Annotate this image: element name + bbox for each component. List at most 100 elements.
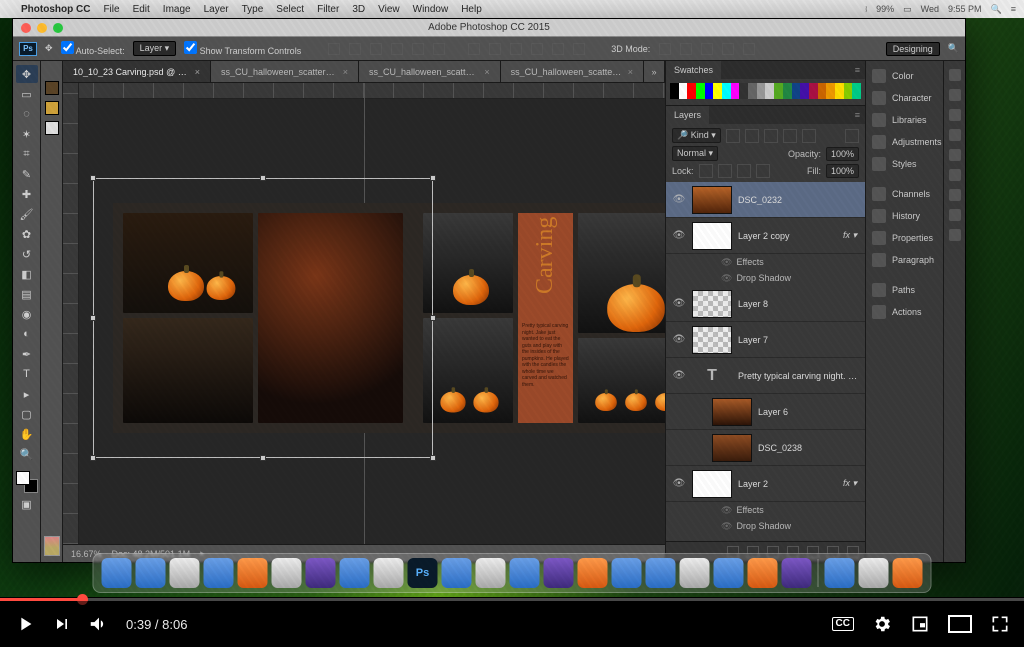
tab-overflow-button[interactable]: » bbox=[644, 61, 665, 82]
layers-tab[interactable]: Layers bbox=[666, 106, 709, 124]
align-icon[interactable] bbox=[370, 43, 382, 55]
auto-select-dropdown[interactable]: Layer ▾ bbox=[133, 41, 177, 56]
dock-app[interactable] bbox=[374, 558, 404, 588]
rail-icon[interactable] bbox=[949, 209, 961, 221]
type-tool[interactable]: T bbox=[16, 365, 38, 383]
close-tab-icon[interactable]: × bbox=[628, 67, 633, 77]
link-layers-icon[interactable] bbox=[727, 546, 739, 558]
photo[interactable] bbox=[123, 213, 253, 313]
swatch-cell[interactable] bbox=[783, 91, 792, 99]
mode3d-icon[interactable] bbox=[743, 43, 755, 55]
document-tab[interactable]: ss_CU_halloween_scatters_confetti_sm.png… bbox=[359, 61, 501, 82]
dock-app[interactable] bbox=[476, 558, 506, 588]
swatch-cell[interactable] bbox=[687, 91, 696, 99]
settings-button[interactable] bbox=[872, 614, 892, 634]
rail-panel-actions[interactable]: Actions bbox=[866, 301, 943, 323]
rail-panel-channels[interactable]: Channels bbox=[866, 183, 943, 205]
dodge-tool[interactable]: ◐ bbox=[16, 325, 38, 343]
rail-panel-adjustments[interactable]: Adjustments bbox=[866, 131, 943, 153]
lasso-tool[interactable]: ◌ bbox=[16, 105, 38, 123]
fullscreen-button[interactable] bbox=[990, 614, 1010, 634]
menu-layer[interactable]: Layer bbox=[204, 4, 229, 15]
rail-panel-properties[interactable]: Properties bbox=[866, 227, 943, 249]
lock-transparency-icon[interactable] bbox=[699, 164, 713, 178]
photo[interactable] bbox=[423, 213, 513, 313]
dock-app[interactable] bbox=[510, 558, 540, 588]
close-window-button[interactable] bbox=[21, 23, 31, 33]
path-select-tool[interactable]: ▸ bbox=[16, 385, 38, 403]
layer-thumbnail[interactable] bbox=[692, 222, 732, 250]
layer-row[interactable]: DSC_0238 bbox=[666, 430, 865, 466]
layer-thumbnail[interactable] bbox=[712, 434, 752, 462]
show-transform-checkbox[interactable]: Show Transform Controls bbox=[184, 41, 301, 56]
menu-type[interactable]: Type bbox=[242, 4, 264, 15]
rail-panel-libraries[interactable]: Libraries bbox=[866, 109, 943, 131]
canvas[interactable]: Carving Pretty typical carving night. Ja… bbox=[63, 83, 665, 544]
gradient-tool[interactable]: ▤ bbox=[16, 285, 38, 303]
rail-icon[interactable] bbox=[949, 89, 961, 101]
rail-panel-history[interactable]: History bbox=[866, 205, 943, 227]
swatch-cell[interactable] bbox=[818, 83, 827, 91]
layer-name[interactable]: Layer 7 bbox=[738, 335, 859, 345]
layer-name[interactable]: Pretty typical carving night. Jake just … bbox=[738, 371, 859, 381]
distribute-icon[interactable] bbox=[552, 43, 564, 55]
dock-app[interactable] bbox=[714, 558, 744, 588]
play-button[interactable] bbox=[14, 613, 36, 635]
background-color-swatch[interactable] bbox=[24, 479, 38, 493]
captions-button[interactable]: CC bbox=[832, 617, 854, 631]
layer-name[interactable]: Layer 2 copy bbox=[738, 231, 837, 241]
clone-stamp-tool[interactable]: ✿ bbox=[16, 225, 38, 243]
mini-swatch[interactable] bbox=[45, 81, 59, 95]
dock-app[interactable] bbox=[306, 558, 336, 588]
photo[interactable] bbox=[123, 318, 253, 423]
swatches-grid[interactable] bbox=[666, 79, 865, 105]
swatch-cell[interactable] bbox=[757, 91, 766, 99]
add-mask-icon[interactable] bbox=[767, 546, 779, 558]
filter-toggle[interactable] bbox=[845, 129, 859, 143]
swatch-cell[interactable] bbox=[713, 91, 722, 99]
foreground-color-swatch[interactable] bbox=[16, 471, 30, 485]
layer-thumbnail[interactable] bbox=[692, 186, 732, 214]
swatch-cell[interactable] bbox=[818, 91, 827, 99]
layer-fx-badge[interactable]: fx ▾ bbox=[843, 478, 857, 489]
rail-panel-styles[interactable]: Styles bbox=[866, 153, 943, 175]
rail-icon[interactable] bbox=[949, 169, 961, 181]
layer-thumbnail[interactable] bbox=[692, 290, 732, 318]
swatches-tab[interactable]: Swatches bbox=[666, 61, 721, 79]
align-icon[interactable] bbox=[349, 43, 361, 55]
swatch-cell[interactable] bbox=[844, 91, 853, 99]
eraser-tool[interactable]: ◧ bbox=[16, 265, 38, 283]
swatch-cell[interactable] bbox=[809, 83, 818, 91]
close-tab-icon[interactable]: × bbox=[343, 67, 348, 77]
swatch-cell[interactable] bbox=[792, 83, 801, 91]
layer-row[interactable]: 👁Layer 8 bbox=[666, 286, 865, 322]
notification-center-icon[interactable]: ≡ bbox=[1011, 4, 1016, 14]
eyedropper-tool[interactable]: ✎ bbox=[16, 165, 38, 183]
volume-button[interactable] bbox=[88, 613, 110, 635]
fill-field[interactable]: 100% bbox=[826, 164, 859, 178]
move-tool[interactable]: ✥ bbox=[16, 65, 38, 83]
layer-name[interactable]: DSC_0232 bbox=[738, 195, 859, 205]
layer-fx-badge[interactable]: fx ▾ bbox=[843, 230, 857, 241]
filter-shape-icon[interactable] bbox=[783, 129, 797, 143]
delete-layer-icon[interactable] bbox=[847, 546, 859, 558]
visibility-toggle[interactable]: 👁 bbox=[672, 298, 686, 309]
filter-kind-dropdown[interactable]: 🔎 Kind ▾ bbox=[672, 128, 721, 143]
rail-icon[interactable] bbox=[949, 149, 961, 161]
layer-name[interactable]: Layer 2 bbox=[738, 479, 837, 489]
visibility-toggle[interactable]: 👁 bbox=[672, 194, 686, 205]
swatch-cell[interactable] bbox=[748, 83, 757, 91]
transform-handle[interactable] bbox=[90, 455, 96, 461]
swatch-cell[interactable] bbox=[757, 83, 766, 91]
swatch-cell[interactable] bbox=[800, 83, 809, 91]
dock-app[interactable] bbox=[646, 558, 676, 588]
title-strip[interactable]: Carving Pretty typical carving night. Ja… bbox=[518, 213, 573, 423]
swatch-cell[interactable] bbox=[800, 91, 809, 99]
photo[interactable] bbox=[423, 318, 513, 423]
ruler-vertical[interactable] bbox=[63, 83, 79, 544]
rail-icon[interactable] bbox=[949, 109, 961, 121]
menu-window[interactable]: Window bbox=[413, 4, 449, 15]
panel-menu-icon[interactable]: ≡ bbox=[850, 65, 865, 75]
swatch-cell[interactable] bbox=[696, 83, 705, 91]
opacity-field[interactable]: 100% bbox=[826, 147, 859, 161]
